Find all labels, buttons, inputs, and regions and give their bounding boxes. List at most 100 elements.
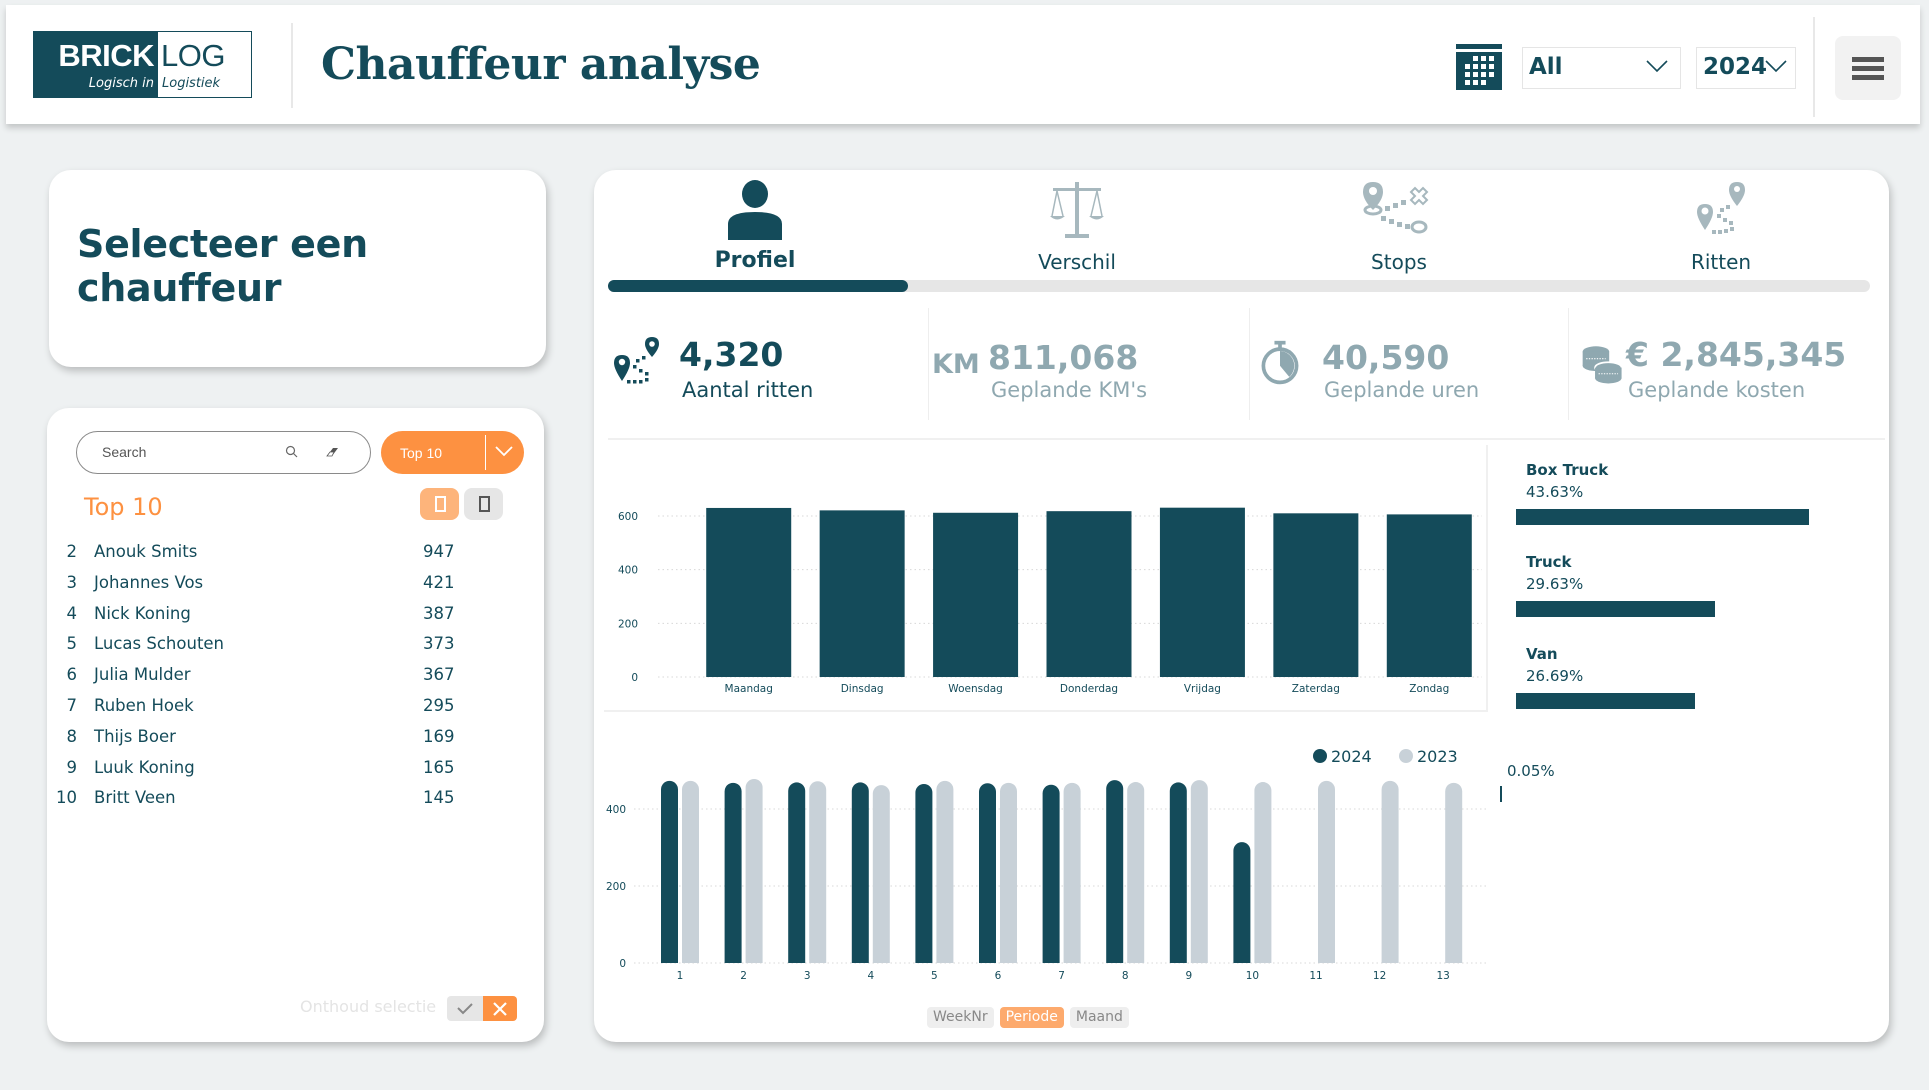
kpi-geplande-uren[interactable]: 40,590 Geplande uren bbox=[1244, 305, 1564, 420]
x-tick-label: 5 bbox=[931, 970, 938, 982]
driver-row[interactable]: 7 Ruben Hoek 295 bbox=[47, 696, 467, 726]
vehicle-type-name: Truck bbox=[1526, 553, 1572, 571]
header-divider bbox=[291, 23, 293, 108]
driver-name: Lucas Schouten bbox=[94, 634, 225, 654]
list-title: Top 10 bbox=[84, 493, 163, 521]
driver-row[interactable]: 10 Britt Veen 145 bbox=[47, 788, 467, 818]
vehicle-type-percent: 26.69% bbox=[1526, 667, 1584, 685]
year-select-value: 2024 bbox=[1703, 54, 1768, 80]
driver-rank: 5 bbox=[66, 634, 78, 654]
bar-week-6-2024 bbox=[979, 783, 996, 963]
toggle-maand[interactable]: Maand bbox=[1069, 1007, 1129, 1028]
driver-count: 165 bbox=[423, 757, 455, 777]
x-tick-label: 3 bbox=[804, 970, 811, 982]
x-tick-label: Donderdag bbox=[1060, 683, 1118, 695]
bar-week-9-2024 bbox=[1169, 782, 1187, 963]
chevron-down-icon bbox=[1765, 60, 1787, 73]
bar-dinsdag bbox=[819, 510, 905, 677]
scales-icon bbox=[1050, 182, 1104, 238]
km-icon: KM bbox=[932, 349, 980, 380]
bar-week-7-2024 bbox=[1042, 784, 1060, 963]
hamburger-menu-icon-line bbox=[1852, 75, 1884, 80]
x-tick-label: 11 bbox=[1309, 970, 1322, 982]
hamburger-menu-icon-line bbox=[1852, 66, 1884, 71]
kpi-label: Aantal ritten bbox=[682, 378, 814, 402]
tab-stops[interactable]: Stops bbox=[1299, 180, 1499, 280]
check-icon bbox=[457, 1003, 473, 1015]
search-icon[interactable] bbox=[285, 445, 299, 459]
bar-week-1-2024 bbox=[661, 780, 678, 963]
kpi-geplande-kosten[interactable]: € 2,845,345 Geplande kosten bbox=[1564, 305, 1884, 420]
select-driver-title: Selecteer een chauffeur bbox=[77, 222, 368, 310]
toggle-periode[interactable]: Periode bbox=[999, 1007, 1064, 1028]
vehicle-type-bar bbox=[1516, 693, 1696, 709]
period-select-value: All bbox=[1529, 54, 1563, 80]
bricklog-logo: BRICK Logisch in LOG Logistiek bbox=[33, 31, 252, 98]
y-tick-label: 0 bbox=[619, 958, 626, 970]
kpi-label: Geplande KM's bbox=[991, 378, 1148, 402]
clear-selection-button[interactable] bbox=[483, 996, 517, 1021]
driver-count: 373 bbox=[423, 634, 455, 654]
section-divider bbox=[604, 710, 1486, 712]
kpi-aantal-ritten[interactable]: 4,320 Aantal ritten bbox=[594, 305, 914, 420]
tab-label: Ritten bbox=[1690, 250, 1752, 274]
period-select[interactable]: All bbox=[1522, 47, 1681, 89]
tab-verschil[interactable]: Verschil bbox=[977, 180, 1177, 280]
year-select[interactable]: 2024 bbox=[1696, 47, 1796, 89]
logo-left-word: BRICK bbox=[58, 38, 154, 73]
calendar-icon[interactable] bbox=[1456, 44, 1502, 90]
bar-week-3-2023 bbox=[809, 781, 827, 963]
y-tick-label: 400 bbox=[606, 804, 626, 816]
vehicle-type-percent: 43.63% bbox=[1526, 483, 1584, 501]
driver-rank: 10 bbox=[56, 788, 77, 808]
bar-week-8-2023 bbox=[1127, 782, 1145, 963]
driver-row[interactable]: 5 Lucas Schouten 373 bbox=[47, 634, 467, 664]
y-tick-label: 0 bbox=[631, 672, 638, 684]
bar-week-8-2024 bbox=[1106, 780, 1124, 963]
driver-count: 295 bbox=[423, 696, 455, 715]
view-toggle-b[interactable] bbox=[464, 488, 503, 520]
driver-rank: 3 bbox=[66, 572, 78, 592]
driver-rank: 9 bbox=[66, 757, 78, 777]
confirm-selection-button[interactable] bbox=[447, 996, 483, 1021]
driver-count: 387 bbox=[423, 603, 455, 623]
search-input[interactable]: Search bbox=[76, 431, 371, 474]
coins-icon bbox=[1582, 346, 1623, 384]
x-tick-label: Vrijdag bbox=[1184, 683, 1221, 695]
select-driver-card: Selecteer een chauffeur bbox=[49, 170, 546, 367]
x-tick-label: Maandag bbox=[725, 683, 773, 695]
bar-maandag bbox=[706, 507, 792, 677]
vehicle-type-percent: 29.63% bbox=[1526, 575, 1584, 593]
driver-row[interactable]: 3 Johannes Vos 421 bbox=[47, 573, 467, 603]
tab-profiel[interactable]: Profiel bbox=[655, 180, 855, 280]
vehicle-type-name: Van bbox=[1526, 645, 1558, 663]
vehicle-type-panel: Box Truck 43.63% Truck 29.63% Van 26.69% bbox=[1490, 445, 1885, 745]
dropdown-separator bbox=[485, 435, 486, 470]
driver-row[interactable]: 9 Luuk Koning 165 bbox=[47, 758, 467, 788]
kpi-geplande-kms[interactable]: KM 811,068 Geplande KM's bbox=[916, 305, 1236, 420]
driver-name: Thijs Boer bbox=[94, 726, 176, 746]
tab-ritten[interactable]: Ritten bbox=[1621, 180, 1821, 280]
toggle-weeknr[interactable]: WeekNr bbox=[927, 1007, 994, 1028]
bar-vrijdag bbox=[1159, 507, 1245, 677]
driver-row[interactable]: 6 Julia Mulder 367 bbox=[47, 665, 467, 695]
driver-rank: 7 bbox=[66, 696, 78, 715]
legend-marker bbox=[1313, 749, 1327, 763]
logo-left-tagline: Logisch in bbox=[88, 76, 154, 91]
kpi-value: 811,068 bbox=[988, 338, 1139, 377]
tab-label: Stops bbox=[1371, 250, 1427, 274]
driver-row[interactable]: 4 Nick Koning 387 bbox=[47, 604, 467, 634]
view-toggle-a[interactable] bbox=[420, 488, 459, 520]
driver-row[interactable]: 2 Anouk Smits 947 bbox=[47, 542, 467, 572]
driver-row[interactable]: 8 Thijs Boer 169 bbox=[47, 727, 467, 757]
driver-count: 367 bbox=[423, 665, 455, 685]
stopwatch-icon bbox=[1261, 340, 1299, 385]
driver-name: Johannes Vos bbox=[94, 572, 204, 592]
eraser-icon[interactable] bbox=[324, 444, 340, 460]
hamburger-menu-button[interactable] bbox=[1835, 36, 1901, 100]
bar-week-10-2024 bbox=[1233, 842, 1251, 963]
driver-name: Ruben Hoek bbox=[94, 696, 194, 715]
top-n-dropdown-value: Top 10 bbox=[400, 445, 443, 461]
top-n-dropdown[interactable]: Top 10 bbox=[381, 431, 524, 474]
driver-count: 169 bbox=[423, 726, 455, 746]
